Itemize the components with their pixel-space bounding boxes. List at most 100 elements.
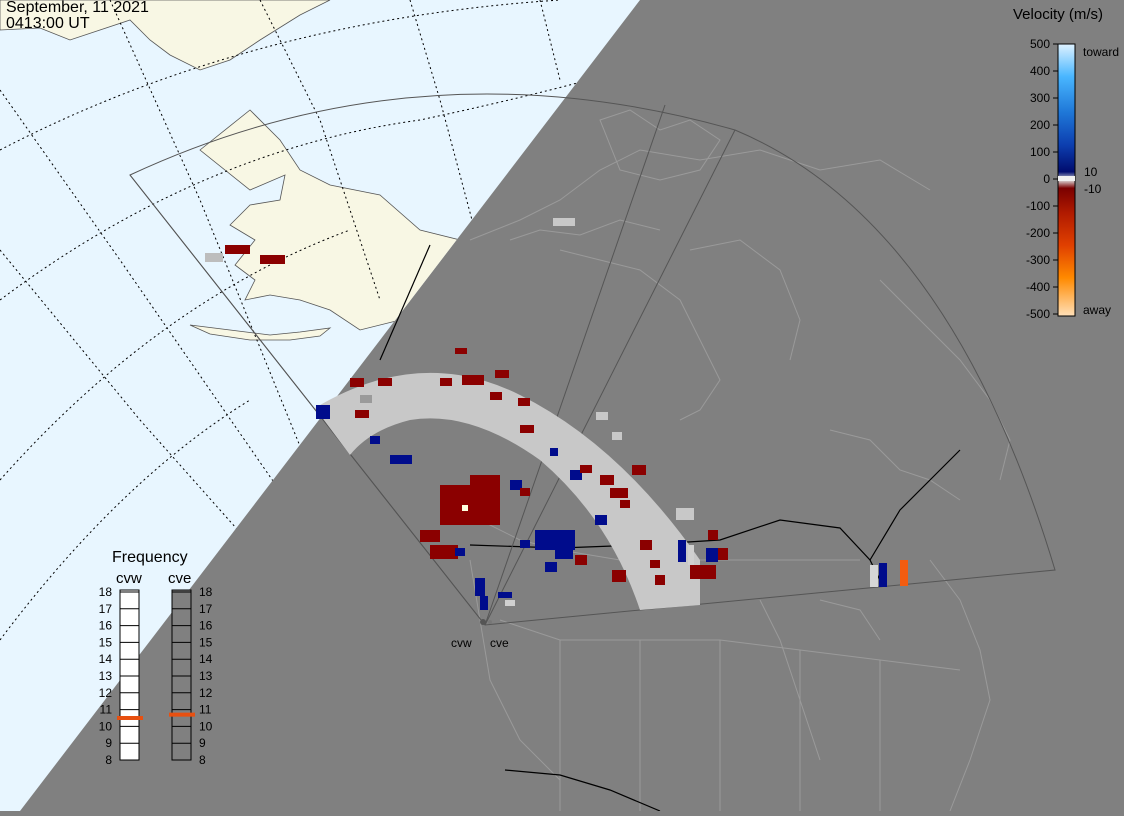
velocity-tick-label: 100 — [1030, 145, 1050, 159]
scatter-cell — [708, 530, 718, 540]
scatter-cell — [688, 545, 694, 565]
scatter-cell — [612, 570, 626, 582]
scatter-cell — [462, 505, 468, 511]
radar-label-cvw: cvw — [451, 636, 472, 650]
scatter-cell — [676, 508, 694, 520]
scatter-cell — [462, 375, 484, 385]
scatter-cell — [718, 548, 728, 560]
scatter-cell — [518, 398, 530, 406]
freq-tick-label-right: 9 — [199, 736, 206, 750]
scatter-cell — [260, 255, 285, 264]
freq-tick-label-left: 11 — [100, 703, 113, 717]
frequency-title: Frequency — [112, 549, 188, 566]
scatter-cell — [316, 405, 330, 419]
scatter-cell — [480, 596, 488, 610]
freq-tick-label-left: 17 — [99, 602, 113, 616]
freq-tick-label-left: 12 — [99, 686, 113, 700]
freq-tick-label-right: 12 — [199, 686, 213, 700]
scatter-cell — [900, 560, 908, 586]
scatter-cell — [600, 475, 614, 485]
freq-tick-label-right: 10 — [199, 719, 213, 733]
map-view: cvw cve 500 400 300 200 100 0 -100 -200 -300 -400… — [0, 0, 1124, 812]
freq-tick-label-left: 10 — [99, 719, 113, 733]
velocity-tick-label: -400 — [1026, 280, 1050, 294]
freq-tick-label-left: 15 — [99, 635, 113, 649]
freq-tick-label-right: 15 — [199, 635, 213, 649]
velocity-tick-label: 400 — [1030, 64, 1050, 78]
away-label: away — [1083, 303, 1111, 317]
radar-site-cvw — [480, 619, 486, 625]
scatter-cell — [620, 500, 630, 508]
freq-radar-label-cvw: cvw — [116, 570, 142, 587]
velocity-title: Velocity (m/s) — [1013, 6, 1104, 23]
freq-tick-label-right: 8 — [199, 753, 206, 767]
radar-map: cvw cve 500 400 300 200 100 0 -100 -200 -300 -400… — [0, 0, 1124, 812]
scatter-cell — [879, 563, 887, 587]
scatter-cell — [678, 540, 686, 562]
scatter-cell — [350, 378, 364, 387]
velocity-tick-label: 10 — [1084, 165, 1098, 179]
scatter-cell — [553, 218, 575, 226]
velocity-tick-label: 0 — [1043, 172, 1050, 186]
freq-tick-label-right: 11 — [199, 703, 212, 717]
scatter-cell — [555, 545, 573, 559]
scatter-cell — [355, 410, 369, 418]
velocity-tick-label: -500 — [1026, 307, 1050, 321]
freq-tick-label-left: 13 — [99, 669, 113, 683]
scatter-cell — [495, 370, 509, 378]
date-label: September, 11 2021 — [6, 0, 149, 16]
velocity-tick-label: -100 — [1026, 199, 1050, 213]
scatter-cell — [632, 465, 646, 475]
scatter-cell — [505, 600, 515, 606]
scatter-cell — [870, 565, 878, 587]
freq-tick-label-left: 18 — [99, 585, 113, 599]
scatter-cell — [612, 432, 622, 440]
scatter-cell — [205, 253, 223, 262]
scatter-cell — [706, 548, 718, 562]
scatter-cell — [640, 540, 652, 550]
scatter-cell — [520, 488, 530, 496]
toward-label: toward — [1083, 45, 1119, 59]
scatter-cell — [225, 245, 250, 254]
scatter-cell — [470, 475, 500, 490]
scatter-cell — [455, 548, 465, 556]
velocity-tick-label: 200 — [1030, 118, 1050, 132]
time-label: 0413:00 UT — [6, 15, 90, 32]
velocity-tick-label: 500 — [1030, 37, 1050, 51]
scatter-cell — [690, 565, 716, 579]
freq-tick-label-left: 8 — [105, 753, 112, 767]
scatter-cell — [650, 560, 660, 568]
scatter-cell — [430, 545, 458, 559]
scatter-cell — [545, 562, 557, 572]
freq-tick-label-right: 14 — [199, 652, 213, 666]
freq-radar-label-cve: cve — [168, 570, 191, 587]
scatter-cell — [595, 515, 607, 525]
freq-tick-label-left: 9 — [105, 736, 112, 750]
scatter-cell — [550, 448, 558, 456]
scatter-cell — [440, 485, 500, 525]
velocity-tick-label: -10 — [1084, 182, 1102, 196]
scatter-cell — [520, 425, 534, 433]
freq-bar-cvw — [119, 589, 140, 761]
scatter-cell — [390, 455, 412, 464]
radar-site-cve — [488, 620, 492, 624]
freq-tick-label-right: 17 — [199, 602, 213, 616]
scatter-cell — [360, 395, 372, 403]
freq-marker-cvw — [117, 716, 143, 720]
scatter-cell — [655, 575, 665, 585]
scatter-cell — [370, 436, 380, 444]
scatter-cell — [580, 465, 592, 473]
radar-label-cve: cve — [490, 636, 509, 650]
scatter-cell — [575, 555, 587, 565]
scatter-cell — [490, 392, 502, 400]
scatter-cell — [475, 578, 485, 596]
scatter-cell — [378, 378, 392, 386]
freq-tick-label-right: 18 — [199, 585, 213, 599]
velocity-tick-label: -300 — [1026, 253, 1050, 267]
scatter-cell — [440, 378, 452, 386]
velocity-tick-label: -200 — [1026, 226, 1050, 240]
scatter-cell — [455, 348, 467, 354]
freq-tick-label-left: 16 — [99, 619, 113, 633]
freq-tick-label-right: 13 — [199, 669, 213, 683]
freq-tick-label-left: 14 — [99, 652, 113, 666]
